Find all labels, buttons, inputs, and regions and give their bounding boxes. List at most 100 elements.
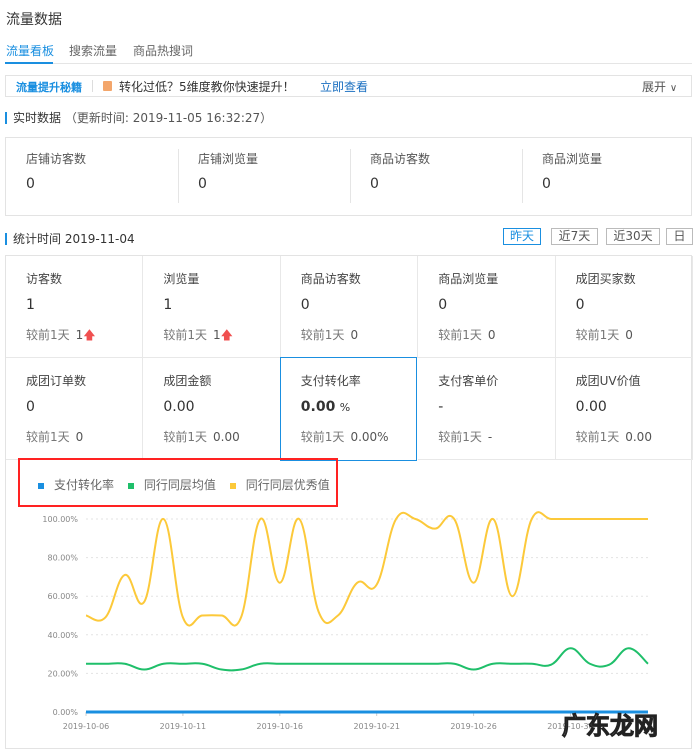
- stat-label: 商品浏览量: [438, 272, 499, 286]
- realtime-item: 店铺访客数 0: [6, 138, 177, 215]
- tip-icon: [103, 81, 112, 91]
- tip-banner: 流量提升秘籍 转化过低？5维度教你快速提升！ 立即查看 展开 ∨: [5, 75, 692, 97]
- range-day-button[interactable]: 日: [666, 228, 693, 245]
- watermark: 广东龙网: [562, 712, 659, 741]
- stat-value-wrap: 0.00 %: [301, 399, 350, 415]
- stats-title: 统计时间: [13, 232, 62, 246]
- stat-card[interactable]: 商品浏览量 0 较前1天 0: [418, 256, 556, 358]
- y-tick-label: 20.00%: [47, 669, 78, 678]
- legend-label: 支付转化率: [54, 478, 115, 492]
- range-7days-button[interactable]: 近7天: [551, 228, 598, 245]
- stat-label: 成团订单数: [26, 374, 87, 388]
- range-30days-button[interactable]: 近30天: [606, 228, 660, 245]
- series-line-3: [85, 511, 648, 627]
- range-yesterday-button[interactable]: 昨天: [503, 228, 541, 245]
- compare-delta: 0: [350, 328, 359, 342]
- stat-card[interactable]: 成团订单数 0 较前1天 0: [6, 358, 144, 460]
- compare-delta: 0: [625, 328, 633, 342]
- stat-value: 1: [26, 297, 35, 313]
- conversion-line-chart: 0.00% 20.00% 40.00% 60.00% 80.00% 100.00% 2019…: [42, 511, 649, 731]
- stat-value-wrap: 0: [438, 297, 447, 313]
- stat-compare: 较前1天 1🡅: [26, 326, 96, 347]
- legend-item[interactable]: 同行同层优秀值: [229, 478, 330, 492]
- stat-compare: 较前1天 0.00%: [301, 428, 389, 445]
- realtime-label: 商品浏览量: [542, 152, 603, 166]
- compare-delta: 0.00%: [350, 430, 389, 444]
- x-tick-label: 2019-10-06: [63, 722, 110, 731]
- compare-label: 较前1天: [575, 328, 620, 342]
- compare-label: 较前1天: [163, 328, 208, 342]
- active-tab-indicator: [5, 62, 53, 64]
- stat-value: 0.00: [575, 399, 607, 415]
- stat-card[interactable]: 访客数 1 较前1天 1🡅: [6, 256, 144, 358]
- legend-label: 同行同层均值: [143, 478, 216, 492]
- view-now-link[interactable]: 立即查看: [320, 78, 368, 95]
- arrow-up-icon: 🡅: [83, 328, 96, 342]
- stats-section-title: 统计时间 2019-11-04: [5, 233, 135, 245]
- expand-button[interactable]: 展开 ∨: [642, 78, 677, 95]
- legend-item[interactable]: 支付转化率: [38, 478, 114, 492]
- tab-search-traffic[interactable]: 搜索流量: [69, 42, 117, 59]
- compare-delta: 0: [75, 430, 84, 444]
- stat-card[interactable]: 成团买家数 0 较前1天 0: [555, 256, 693, 358]
- realtime-update-time: （更新时间: 2019-11-05 16:32:27）: [64, 111, 273, 125]
- tab-traffic-board[interactable]: 流量看板: [6, 42, 54, 59]
- legend: 支付转化率 同行同层均值 同行同层优秀值: [38, 476, 330, 493]
- y-tick-label: 60.00%: [47, 592, 78, 601]
- stat-value-wrap: -: [438, 399, 443, 415]
- realtime-card: 店铺访客数 0 店铺浏览量 0 商品访客数 0 商品浏览量 0: [5, 137, 692, 216]
- realtime-item: 商品浏览量 0: [522, 138, 693, 215]
- compare-label: 较前1天: [575, 430, 620, 444]
- banner-text: 转化过低？5维度教你快速提升！: [119, 80, 295, 94]
- stats-date: 2019-11-04: [64, 232, 135, 246]
- stat-card[interactable]: 支付客单价 - 较前1天 -: [418, 358, 556, 460]
- x-tick-label: 2019-10-16: [257, 722, 304, 731]
- stat-value-wrap: 0: [301, 297, 310, 313]
- stat-card[interactable]: 成团金额 0.00 较前1天 0.00: [143, 358, 281, 460]
- stat-value: 0: [575, 297, 585, 313]
- realtime-label: 店铺浏览量: [198, 152, 259, 166]
- stat-card[interactable]: 浏览量 1 较前1天 1🡅: [143, 256, 281, 358]
- stat-card[interactable]: 支付转化率 0.00 % 较前1天 0.00%: [279, 357, 418, 461]
- y-tick-label: 40.00%: [47, 631, 78, 640]
- compare-delta: 0.00: [625, 430, 652, 444]
- compare-label: 较前1天: [26, 430, 70, 444]
- stat-card[interactable]: 成团UV价值 0.00 较前1天 0.00: [555, 358, 693, 460]
- legend-swatch: [38, 482, 44, 489]
- realtime-value: 0: [26, 176, 35, 192]
- stat-label: 访客数: [26, 272, 63, 286]
- legend-swatch: [127, 482, 134, 489]
- stat-label: 支付客单价: [438, 374, 499, 388]
- stat-value: 0.00: [163, 399, 195, 415]
- compare-label: 较前1天: [163, 430, 208, 444]
- compare-label: 较前1天: [300, 430, 345, 444]
- compare-delta: 0.00: [213, 430, 240, 444]
- legend-label: 同行同层优秀值: [245, 478, 330, 492]
- legend-item[interactable]: 同行同层均值: [127, 478, 216, 492]
- banner-divider: [92, 80, 93, 92]
- stat-value: 1: [163, 297, 173, 313]
- tab-hot-search-words[interactable]: 商品热搜词: [133, 42, 193, 59]
- compare-delta: 0: [487, 328, 496, 342]
- stat-compare: 较前1天 0: [438, 326, 495, 343]
- stat-compare: 较前1天 1🡅: [163, 326, 233, 347]
- stat-label: 浏览量: [163, 272, 200, 286]
- realtime-value: 0: [370, 176, 379, 192]
- legend-swatch: [229, 482, 236, 489]
- stat-label: 成团金额: [163, 374, 212, 388]
- stat-label: 支付转化率: [300, 374, 361, 388]
- realtime-item: 店铺浏览量 0: [178, 138, 349, 215]
- arrow-up-icon: 🡅: [220, 328, 234, 342]
- stat-compare: 较前1天 -: [438, 428, 492, 445]
- compare-delta: 1: [213, 328, 221, 342]
- realtime-label: 店铺访客数: [26, 152, 87, 166]
- stat-compare: 较前1天 0: [26, 428, 83, 445]
- realtime-value: 0: [542, 176, 551, 192]
- stat-card[interactable]: 商品访客数 0 较前1天 0: [280, 256, 419, 358]
- stat-value: 0: [438, 297, 448, 313]
- realtime-item: 商品访客数 0: [350, 138, 521, 215]
- stat-value-wrap: 0: [26, 399, 35, 415]
- stat-unit: %: [339, 401, 351, 414]
- x-tick-label: 2019-10-11: [160, 722, 207, 731]
- realtime-title: 实时数据: [13, 111, 62, 125]
